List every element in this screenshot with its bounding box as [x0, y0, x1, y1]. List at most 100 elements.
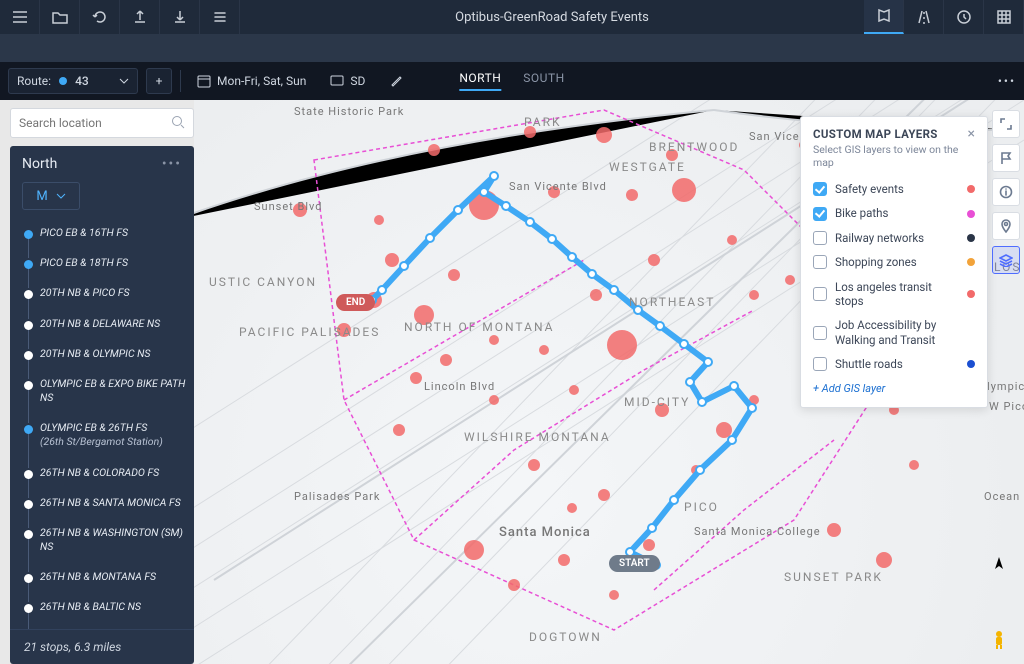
paint-chip[interactable] — [381, 68, 411, 94]
layer-color-swatch — [967, 210, 975, 218]
layer-checkbox[interactable] — [813, 255, 827, 269]
main-area: North ••• M PICO EB & 16TH FSPICO EB & 1… — [0, 100, 1024, 664]
sd-label: SD — [350, 74, 365, 88]
layer-color-swatch — [967, 185, 975, 193]
layer-label: Safety events — [835, 182, 959, 196]
route-color-dot — [59, 77, 67, 85]
layer-label: Bike paths — [835, 206, 959, 220]
stop-item[interactable]: 26TH NB & MONTANA FS — [24, 562, 186, 592]
stop-item[interactable]: 26TH NB & WASHINGTON (SM) NS — [24, 518, 186, 562]
left-column: North ••• M PICO EB & 16TH FSPICO EB & 1… — [0, 100, 194, 664]
layer-label: Los angeles transit stops — [835, 280, 959, 309]
stop-item[interactable]: 26TH NB & CARLYLE NS — [24, 623, 186, 629]
stop-item[interactable]: PICO EB & 16TH FS — [24, 218, 186, 248]
map-view-icon[interactable] — [864, 0, 904, 34]
control-row: Route: 43 + Mon-Fri, Sat, Sun SD NORTH S… — [0, 62, 1024, 100]
layers-title: CUSTOM MAP LAYERS — [813, 127, 938, 141]
add-layer-link[interactable]: + Add GIS layer — [813, 382, 975, 395]
route-select[interactable]: Route: 43 — [8, 68, 138, 94]
expand-icon[interactable] — [992, 110, 1020, 138]
more-icon[interactable]: ••• — [998, 74, 1016, 88]
search-box[interactable] — [10, 108, 194, 138]
layer-item[interactable]: Shuttle roads — [813, 352, 975, 376]
import-icon[interactable] — [160, 0, 200, 34]
layer-item[interactable]: Shopping zones — [813, 250, 975, 274]
road-view-icon[interactable] — [904, 0, 944, 34]
service-chip[interactable]: SD — [322, 68, 373, 94]
zoom-out-button[interactable] — [992, 605, 1020, 624]
layer-color-swatch — [967, 360, 975, 368]
search-input[interactable] — [19, 116, 171, 130]
zoom-in-button[interactable] — [992, 580, 1020, 599]
layer-item[interactable]: Los angeles transit stops — [813, 275, 975, 314]
layer-color-swatch — [967, 258, 975, 266]
display-icon — [330, 74, 344, 88]
paint-icon — [389, 74, 403, 88]
days-chip[interactable]: Mon-Fri, Sat, Sun — [189, 68, 314, 94]
layer-item[interactable]: Railway networks — [813, 226, 975, 250]
refresh-icon[interactable] — [80, 0, 120, 34]
flag-icon[interactable] — [992, 144, 1020, 172]
panel-more-icon[interactable]: ••• — [162, 156, 182, 172]
chevron-down-icon — [119, 78, 129, 84]
layers-panel: CUSTOM MAP LAYERS × Select GIS layers to… — [800, 116, 988, 408]
stop-item[interactable]: 20TH NB & OLYMPIC NS — [24, 339, 186, 369]
settings-sliders-icon[interactable] — [200, 0, 240, 34]
days-label: Mon-Fri, Sat, Sun — [217, 74, 306, 88]
layer-color-swatch — [967, 329, 975, 337]
search-icon — [171, 114, 185, 133]
panel-footer: 21 stops, 6.3 miles — [10, 629, 194, 664]
map-tool-rail — [992, 110, 1020, 274]
panel-title: North — [22, 156, 57, 172]
add-route-button[interactable]: + — [146, 68, 172, 94]
layer-item[interactable]: Job Accessibility by Walking and Transit — [813, 313, 975, 352]
layers-icon[interactable] — [992, 246, 1020, 274]
route-label: Route: — [17, 74, 51, 88]
grid-icon[interactable] — [984, 0, 1024, 34]
map-tool-rail-bottom — [992, 549, 1020, 654]
close-icon[interactable]: × — [968, 127, 975, 141]
tab-south[interactable]: SOUTH — [523, 71, 564, 91]
stop-item[interactable]: 26TH NB & BALTIC NS — [24, 592, 186, 622]
history-icon[interactable] — [944, 0, 984, 34]
page-title: Optibus-GreenRoad Safety Events — [240, 10, 864, 25]
stop-item[interactable]: PICO EB & 18TH FS — [24, 248, 186, 278]
pin-icon[interactable] — [992, 212, 1020, 240]
direction-pill[interactable]: M — [22, 182, 80, 210]
stop-item[interactable]: 20TH NB & DELAWARE NS — [24, 309, 186, 339]
stops-list: PICO EB & 16TH FSPICO EB & 18TH FS20TH N… — [10, 218, 194, 629]
layer-checkbox[interactable] — [813, 231, 827, 245]
layer-label: Railway networks — [835, 231, 959, 245]
layer-checkbox[interactable] — [813, 357, 827, 371]
pegman-icon[interactable] — [992, 630, 1020, 654]
top-toolbar: Optibus-GreenRoad Safety Events — [0, 0, 1024, 34]
stop-item[interactable]: 20TH NB & PICO FS — [24, 278, 186, 308]
layer-item[interactable]: Safety events — [813, 177, 975, 201]
stops-panel: North ••• M PICO EB & 16TH FSPICO EB & 1… — [10, 146, 194, 664]
stop-item[interactable]: 26TH NB & COLORADO FS — [24, 458, 186, 488]
layer-checkbox[interactable] — [813, 287, 827, 301]
stop-item[interactable]: OLYMPIC EB & EXPO BIKE PATH NS — [24, 369, 186, 413]
layer-checkbox[interactable] — [813, 326, 827, 340]
direction-letter: M — [36, 189, 47, 204]
info-icon[interactable] — [992, 178, 1020, 206]
layer-color-swatch — [967, 234, 975, 242]
tab-north[interactable]: NORTH — [459, 71, 501, 91]
layer-label: Job Accessibility by Walking and Transit — [835, 318, 959, 347]
layer-label: Shuttle roads — [835, 357, 959, 371]
end-badge: END — [336, 294, 375, 311]
calendar-icon — [197, 74, 211, 88]
stop-item[interactable]: 26TH NB & SANTA MONICA FS — [24, 488, 186, 518]
layer-checkbox[interactable] — [813, 207, 827, 221]
direction-tabs: NORTH SOUTH — [459, 71, 564, 91]
map[interactable]: START END State Historic ParkPARKBRENTWO… — [194, 100, 1024, 664]
stop-item[interactable]: OLYMPIC EB & 26TH FS(26th St/Bergamot St… — [24, 413, 186, 457]
layer-checkbox[interactable] — [813, 182, 827, 196]
start-badge: START — [609, 555, 660, 572]
sub-toolbar — [0, 34, 1024, 62]
menu-icon[interactable] — [0, 0, 40, 34]
folder-icon[interactable] — [40, 0, 80, 34]
export-icon[interactable] — [120, 0, 160, 34]
layer-item[interactable]: Bike paths — [813, 201, 975, 225]
locate-icon[interactable] — [992, 555, 1020, 574]
